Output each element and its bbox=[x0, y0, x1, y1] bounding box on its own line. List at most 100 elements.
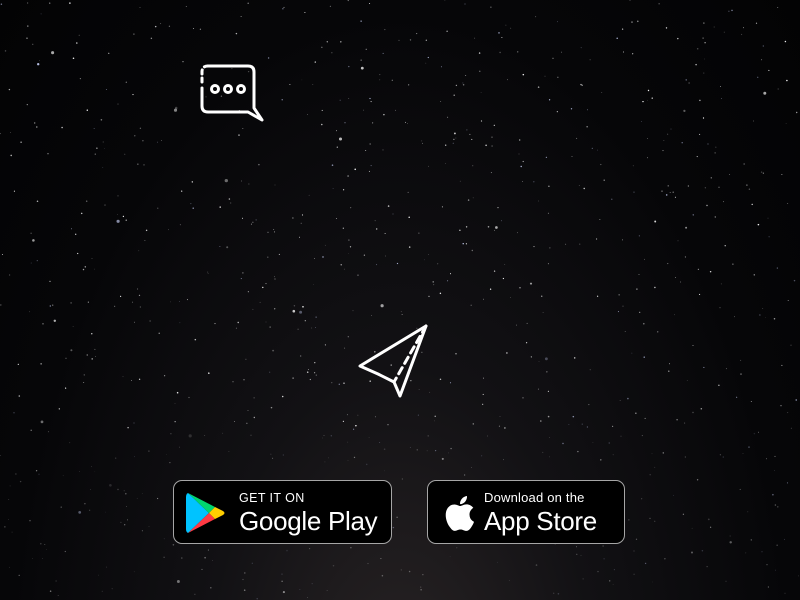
star bbox=[10, 132, 11, 133]
star bbox=[680, 281, 682, 283]
star bbox=[522, 397, 524, 399]
star bbox=[421, 140, 423, 142]
star bbox=[407, 191, 409, 193]
star bbox=[448, 452, 449, 454]
star bbox=[541, 295, 543, 297]
star bbox=[500, 220, 502, 222]
star bbox=[104, 204, 106, 206]
star bbox=[274, 184, 276, 186]
star bbox=[238, 134, 240, 136]
star bbox=[628, 519, 630, 521]
star bbox=[331, 382, 333, 384]
star bbox=[94, 348, 96, 350]
star bbox=[725, 368, 727, 370]
star bbox=[138, 294, 141, 297]
star bbox=[204, 434, 206, 437]
star bbox=[504, 264, 506, 265]
star bbox=[72, 326, 74, 327]
star bbox=[639, 311, 641, 313]
star bbox=[611, 198, 613, 200]
star bbox=[392, 213, 394, 215]
star bbox=[306, 114, 308, 115]
star bbox=[517, 232, 518, 234]
app-store-button[interactable]: Download on the App Store bbox=[427, 480, 625, 544]
star bbox=[728, 10, 730, 12]
google-play-button[interactable]: GET IT ON Google Play bbox=[173, 480, 392, 544]
star bbox=[748, 188, 751, 190]
star bbox=[641, 498, 643, 500]
star bbox=[144, 240, 146, 242]
star bbox=[18, 395, 21, 397]
star bbox=[699, 133, 701, 135]
star bbox=[401, 478, 403, 480]
star bbox=[417, 414, 419, 416]
paper-plane-icon[interactable] bbox=[356, 322, 432, 402]
google-play-small-label: GET IT ON bbox=[239, 491, 305, 505]
star bbox=[347, 441, 349, 443]
star bbox=[109, 483, 112, 487]
star bbox=[323, 435, 325, 436]
star bbox=[775, 569, 776, 571]
star bbox=[522, 181, 524, 182]
google-play-big-label: Google Play bbox=[239, 506, 378, 536]
star bbox=[507, 79, 508, 81]
star bbox=[57, 594, 59, 597]
star bbox=[490, 6, 492, 8]
star bbox=[347, 460, 349, 461]
star bbox=[90, 489, 91, 490]
star bbox=[762, 172, 764, 174]
star bbox=[674, 196, 676, 198]
star bbox=[342, 227, 344, 229]
star bbox=[282, 8, 284, 10]
star bbox=[230, 202, 232, 204]
star bbox=[577, 450, 579, 453]
star bbox=[274, 231, 275, 233]
star bbox=[93, 127, 95, 129]
star bbox=[70, 228, 73, 230]
star bbox=[472, 423, 475, 425]
star bbox=[580, 554, 582, 556]
star bbox=[376, 228, 378, 230]
star bbox=[179, 301, 180, 303]
star bbox=[408, 570, 411, 573]
star bbox=[576, 546, 577, 548]
star bbox=[244, 572, 246, 574]
star bbox=[462, 82, 464, 84]
star bbox=[331, 164, 334, 166]
star bbox=[49, 2, 51, 4]
star bbox=[465, 74, 467, 76]
star bbox=[731, 9, 733, 12]
star bbox=[723, 201, 724, 203]
star bbox=[787, 299, 789, 302]
star bbox=[15, 473, 17, 475]
star bbox=[86, 354, 88, 356]
star bbox=[568, 424, 570, 425]
star bbox=[407, 123, 408, 124]
star bbox=[581, 84, 583, 87]
star bbox=[347, 175, 349, 177]
star bbox=[30, 262, 32, 264]
star bbox=[616, 37, 618, 39]
star bbox=[416, 33, 418, 35]
star bbox=[360, 66, 364, 70]
star bbox=[161, 140, 162, 141]
star bbox=[699, 293, 701, 295]
chat-bubble-icon[interactable] bbox=[198, 62, 266, 128]
star bbox=[618, 294, 620, 296]
star bbox=[589, 369, 591, 371]
star bbox=[565, 243, 567, 245]
star bbox=[497, 207, 499, 209]
star bbox=[344, 347, 346, 349]
star bbox=[374, 220, 376, 222]
star bbox=[612, 583, 614, 585]
star bbox=[466, 129, 468, 131]
star bbox=[495, 226, 498, 229]
star bbox=[557, 593, 560, 595]
star bbox=[234, 421, 235, 422]
star bbox=[149, 320, 151, 322]
star bbox=[36, 200, 39, 202]
star bbox=[70, 349, 73, 352]
star bbox=[211, 560, 213, 561]
star bbox=[707, 518, 710, 521]
star bbox=[582, 578, 584, 580]
